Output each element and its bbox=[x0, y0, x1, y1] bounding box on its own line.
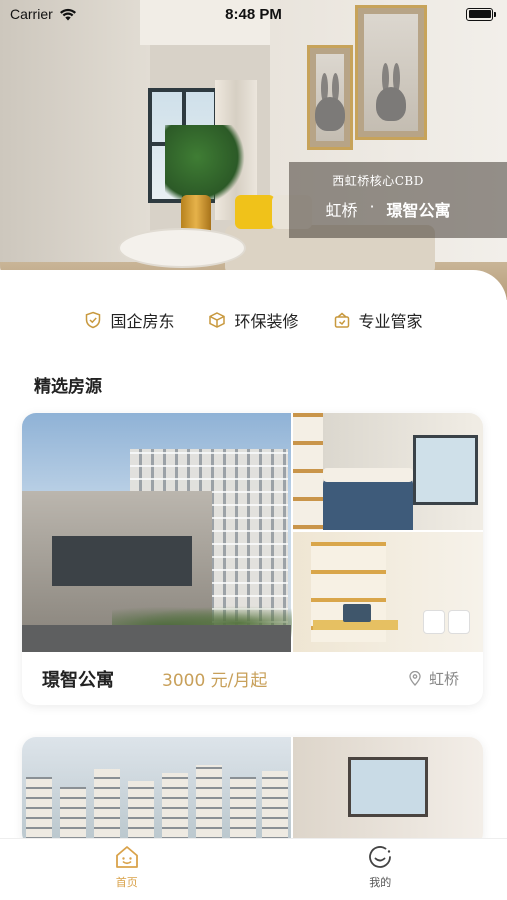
hero-tag: 西虹桥核心CBD bbox=[332, 174, 424, 188]
listing-photo-exterior bbox=[22, 737, 291, 847]
listing-location: 虹桥 bbox=[409, 668, 459, 689]
hero-separator: · bbox=[369, 197, 375, 216]
listing-location-label: 虹桥 bbox=[428, 670, 459, 688]
hero-district: 虹桥 bbox=[325, 201, 358, 220]
feature-label: 国企房东 bbox=[110, 312, 175, 331]
feature-item: 国企房东 bbox=[84, 308, 174, 332]
listing-name: 璟智公寓 bbox=[42, 669, 114, 691]
box-icon bbox=[209, 312, 226, 328]
carrier-label: Carrier bbox=[10, 6, 53, 22]
tab-profile[interactable]: 我的 bbox=[254, 839, 507, 900]
hero-plant bbox=[165, 125, 245, 205]
hero-caption: 西虹桥核心CBD 虹桥 · 璟智公寓 bbox=[289, 162, 507, 238]
listing-price: 3000 元/月起 bbox=[162, 671, 268, 691]
hero-table bbox=[118, 228, 246, 268]
section-title: 精选房源 bbox=[34, 372, 106, 399]
hero-painting-left bbox=[307, 45, 353, 150]
tab-home-label: 首页 bbox=[115, 876, 138, 889]
listing-photo-exterior bbox=[22, 413, 292, 652]
feature-label: 专业管家 bbox=[358, 312, 423, 331]
status-time: 8:48 PM bbox=[225, 5, 282, 23]
hero-apartment-name: 璟智公寓 bbox=[386, 201, 451, 220]
listing-photo-study bbox=[293, 532, 483, 652]
battery-icon bbox=[466, 7, 496, 21]
shield-check-icon bbox=[86, 311, 101, 329]
feature-label: 环保装修 bbox=[234, 312, 299, 331]
feature-row: 国企房东 环保装修 专业管家 bbox=[0, 308, 507, 332]
status-bar: Carrier 8:48 PM bbox=[0, 0, 507, 28]
home-icon bbox=[115, 846, 138, 868]
profile-icon bbox=[369, 846, 392, 868]
listing-info: 璟智公寓 3000 元/月起 虹桥 bbox=[22, 652, 483, 705]
wifi-icon bbox=[59, 8, 76, 20]
feature-item: 专业管家 bbox=[333, 308, 423, 332]
listing-card[interactable]: 璟智公寓 3000 元/月起 虹桥 bbox=[22, 413, 483, 705]
listing-photo-interior bbox=[293, 737, 483, 847]
tab-profile-label: 我的 bbox=[369, 876, 392, 889]
listing-photo-bedroom bbox=[293, 413, 483, 530]
location-pin-icon bbox=[409, 671, 421, 686]
gift-icon bbox=[334, 312, 349, 328]
hero-banner[interactable]: 西虹桥核心CBD 虹桥 · 璟智公寓 bbox=[0, 0, 507, 300]
listing-card[interactable] bbox=[22, 737, 483, 847]
feature-item: 环保装修 bbox=[208, 308, 299, 332]
tab-home[interactable]: 首页 bbox=[0, 839, 254, 900]
tab-bar: 首页 我的 bbox=[0, 838, 507, 900]
